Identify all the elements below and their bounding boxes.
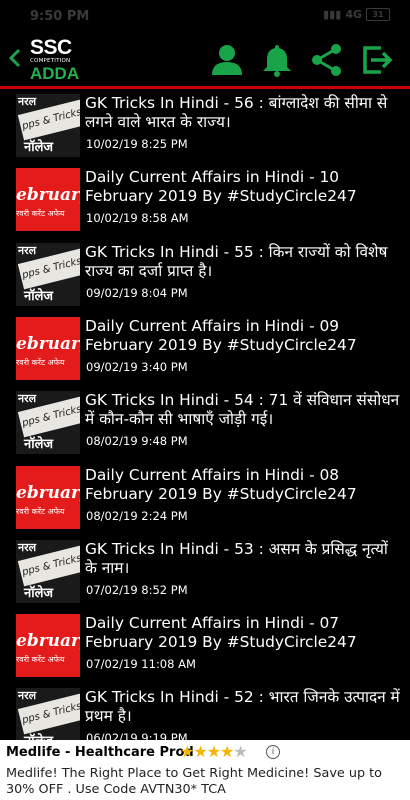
gk-tricks-thumbnail: नरलpps & Tricksनॉलेज [16,688,80,740]
post-title[interactable]: GK Tricks In Hindi - 55 : किन राज्यों को… [85,243,400,281]
thumb-text: रवरी करेंट अफेय [16,358,65,367]
post-date: 07/02/19 8:52 PM [86,583,188,597]
post-date: 08/02/19 9:48 PM [86,434,188,448]
february-current-affairs-thumbnail: ebruary रवरी करेंट अफेय [16,168,80,231]
thumb-text: नॉलेज [24,586,54,601]
post-title[interactable]: GK Tricks In Hindi - 56 : बांग्लादेश की … [85,94,400,132]
gk-tricks-thumbnail: नरलpps & Tricksनॉलेज [16,243,80,306]
post-date: 06/02/19 9:19 PM [86,731,188,740]
thumb-text: नरल [18,541,37,554]
list-item[interactable]: नरलpps & TricksनॉलेजGK Tricks In Hindi -… [0,535,410,609]
thumb-text: ebruary [16,483,80,503]
thumb-text: नॉलेज [24,731,53,740]
ad-rating-stars: ★★★★★ [180,742,248,761]
thumb-text: नॉलेज [24,289,54,304]
thumb-text: नरल [18,95,37,108]
status-bar: 9:50 PM ▮▮▮ 4G 31 [0,0,410,34]
post-date: 10/02/19 8:25 PM [86,137,188,151]
logo-text-adda: ADDA [30,64,80,83]
ad-title[interactable]: Medlife - Healthcare Prod [6,745,194,760]
app-logo: SSC COMPETITION ADDA [30,36,80,83]
status-icons: ▮▮▮ 4G 31 [323,8,390,21]
app-bar: SSC COMPETITION ADDA [0,34,410,89]
share-icon[interactable] [302,40,352,80]
star-filled-icon: ★ [220,742,234,761]
post-title[interactable]: Daily Current Affairs in Hindi - 10 Febr… [85,168,400,206]
gk-tricks-thumbnail: नरलpps & Tricksनॉलेज [16,391,80,454]
post-date: 07/02/19 11:08 AM [86,657,196,671]
post-date: 09/02/19 3:40 PM [86,360,188,374]
list-item[interactable]: नरलpps & TricksनॉलेजGK Tricks In Hindi -… [0,683,410,740]
post-title[interactable]: GK Tricks In Hindi - 52 : भारत जिनके उत्… [85,688,400,726]
thumb-text: रवरी करेंट अफेय [16,655,65,664]
post-title[interactable]: GK Tricks In Hindi - 54 : 71 वें संविधान… [85,391,400,429]
february-current-affairs-thumbnail: ebruary रवरी करेंट अफेय [16,466,80,529]
star-empty-icon: ★ [233,742,247,761]
profile-icon[interactable] [202,40,252,80]
back-arrow-icon[interactable] [7,46,23,70]
february-current-affairs-thumbnail: ebruary रवरी करेंट अफेय [16,317,80,380]
notification-bell-icon[interactable] [252,40,302,80]
thumb-text: ebruary [16,185,80,205]
list-item[interactable]: नरलpps & TricksनॉलेजGK Tricks In Hindi -… [0,89,410,163]
star-filled-icon: ★ [193,742,207,761]
thumb-text: नॉलेज [24,437,54,452]
post-title[interactable]: Daily Current Affairs in Hindi - 08 Febr… [85,466,400,504]
ad-banner[interactable]: Medlife - Healthcare Prod ★★★★★ i Medlif… [0,740,410,800]
post-list[interactable]: नरल pps & Tricks नॉलेज GK Tricks In Hindi -… [0,89,410,740]
thumb-text: रवरी करेंट अफेय [16,507,65,516]
post-date: 09/02/19 8:04 PM [86,286,188,300]
list-item[interactable]: ebruary रवरी करेंट अफेय Daily Current Affa… [0,312,410,386]
list-item[interactable]: ebruary रवरी करेंट अफेय Daily Current Affa… [0,461,410,535]
thumb-text: नरल [18,244,37,257]
signal-icon: ▮▮▮ [323,8,342,21]
star-filled-icon: ★ [206,742,221,761]
battery-icon: 31 [366,8,390,21]
app-bar-actions [202,40,402,80]
ad-body-text[interactable]: Medlife! The Right Place to Get Right Me… [6,766,406,798]
ad-info-icon[interactable]: i [266,745,280,759]
status-time: 9:50 PM [30,9,90,24]
list-item[interactable]: नरलpps & TricksनॉलेजGK Tricks In Hindi -… [0,386,410,460]
logo-text-ssc: SSC [30,36,72,59]
post-date: 08/02/19 2:24 PM [86,509,188,523]
thumb-text: नॉलेज [24,140,54,155]
thumb-text: ebruary [16,631,80,651]
thumb-text: रवरी करेंट अफेय [16,209,65,218]
february-current-affairs-thumbnail: ebruary रवरी करेंट अफेय [16,614,80,677]
gk-tricks-thumbnail: नरलpps & Tricksनॉलेज [16,94,80,157]
post-title[interactable]: Daily Current Affairs in Hindi - 09 Febr… [85,317,400,355]
star-filled-icon: ★ [180,742,194,761]
exit-icon[interactable] [352,40,402,80]
list-item[interactable]: नरलpps & TricksनॉलेजGK Tricks In Hindi -… [0,238,410,312]
thumb-text: नरल [18,392,37,405]
list-item[interactable]: ebruary रवरी करेंट अफेय Daily Current Affa… [0,163,410,237]
post-date: 10/02/19 8:58 AM [86,211,189,225]
list-item[interactable]: ebruary रवरी करेंट अफेय Daily Current Affa… [0,609,410,683]
post-title[interactable]: GK Tricks In Hindi - 53 : असम के प्रसिद्… [85,540,400,578]
network-type: 4G [345,8,362,21]
post-title[interactable]: Daily Current Affairs in Hindi - 07 Febr… [85,614,400,652]
thumb-text: ebruary [16,334,80,354]
gk-tricks-thumbnail: नरलpps & Tricksनॉलेज [16,540,80,603]
thumb-text: नरल [18,689,37,702]
